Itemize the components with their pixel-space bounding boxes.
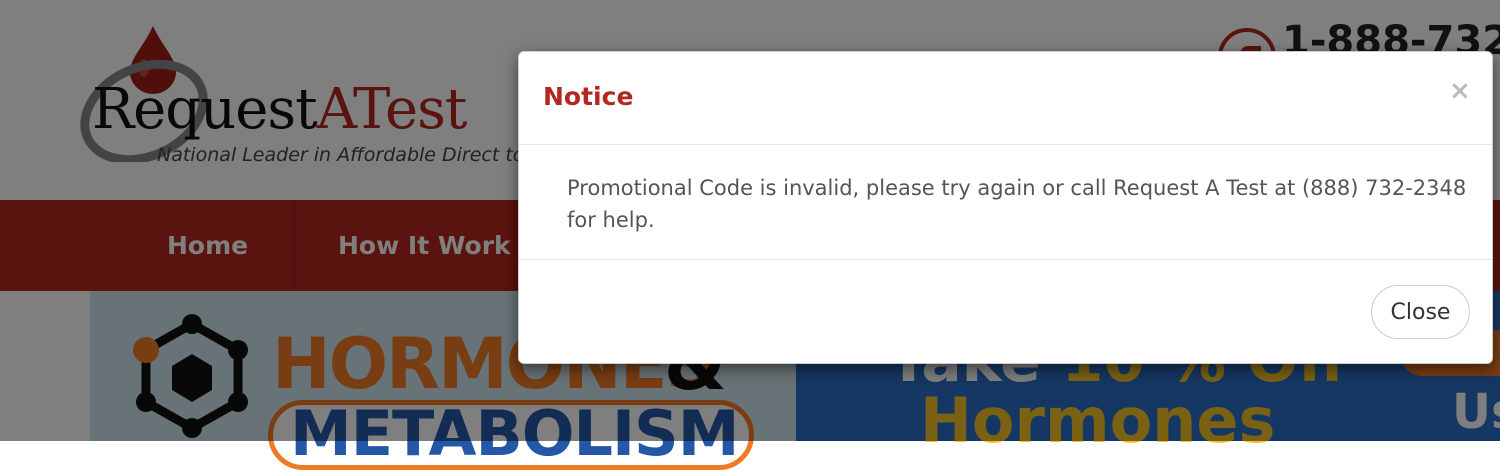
modal-footer-divider [519, 259, 1492, 260]
close-button[interactable]: Close [1371, 285, 1470, 339]
modal-message: Promotional Code is invalid, please try … [567, 176, 1467, 232]
close-icon[interactable]: × [1449, 76, 1471, 106]
modal-title: Notice [543, 82, 634, 111]
notice-modal: Notice × Promotional Code is invalid, pl… [518, 51, 1493, 364]
modal-header: Notice × [519, 52, 1492, 145]
